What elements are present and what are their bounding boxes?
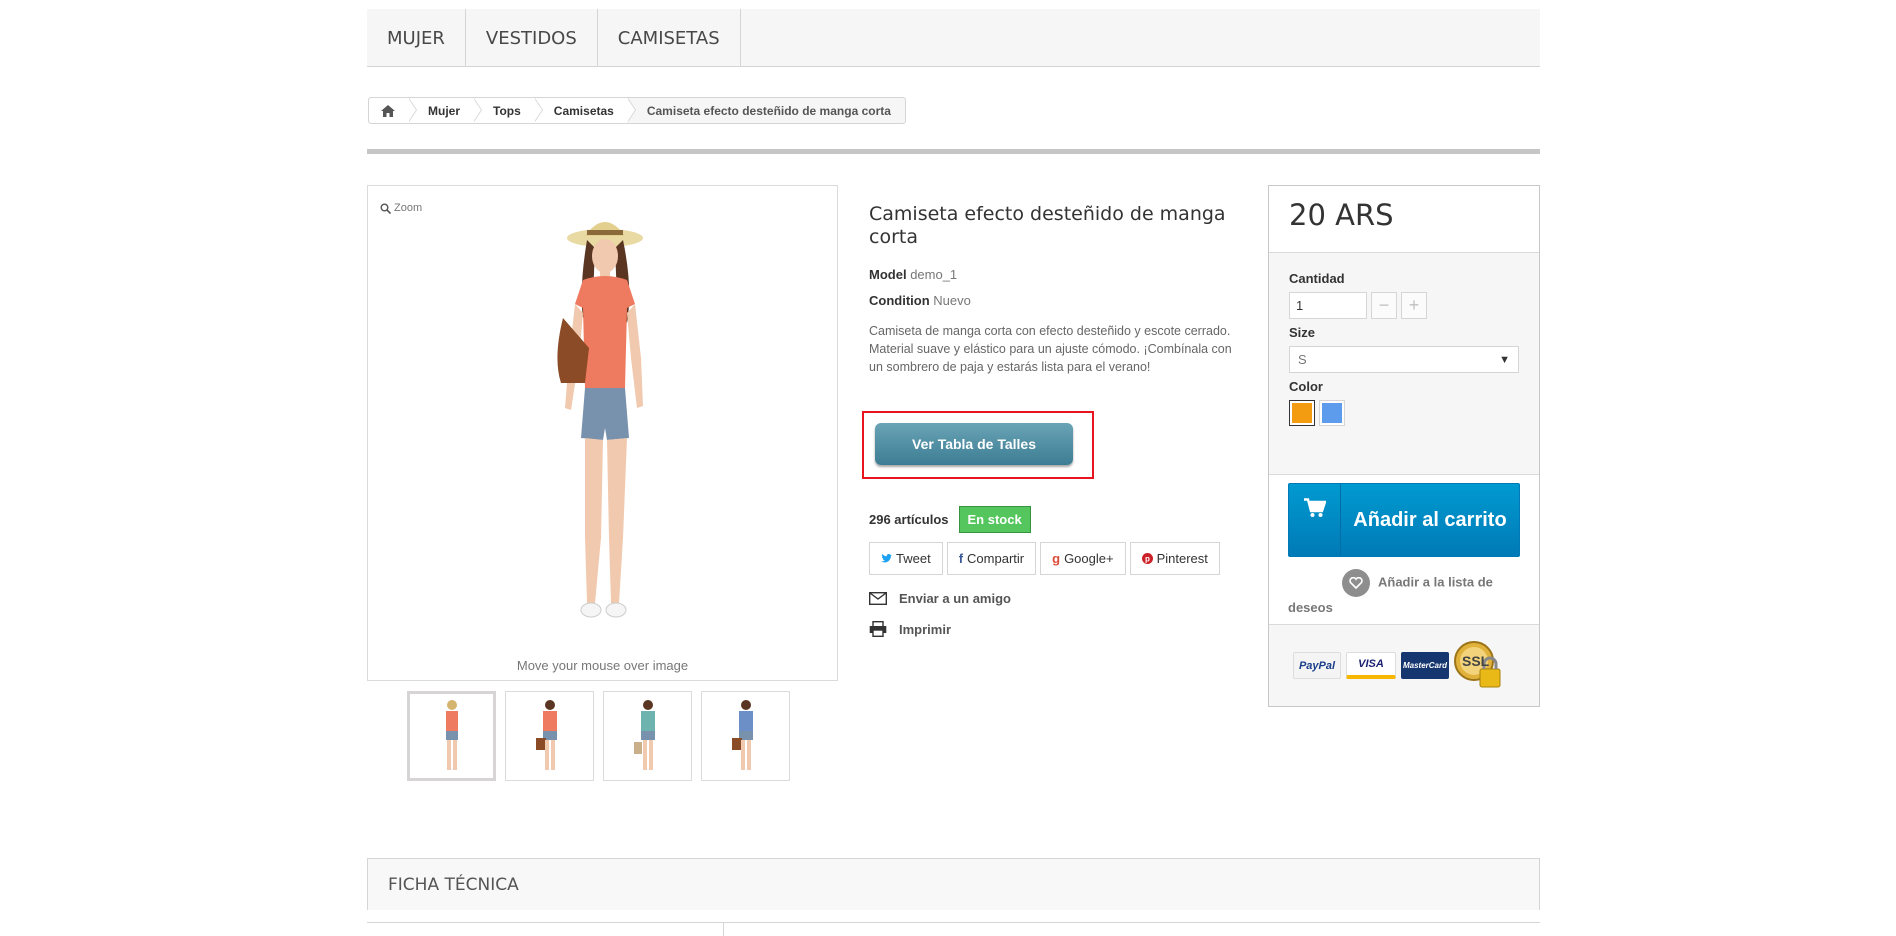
paypal-logo: PayPal (1293, 652, 1341, 679)
add-to-cart-label: Añadir al carrito (1353, 509, 1507, 531)
price-area: 20 ARS (1269, 186, 1539, 253)
breadcrumb-tops[interactable]: Tops (473, 98, 543, 123)
home-icon (381, 104, 395, 117)
thumbnail-4[interactable] (701, 691, 790, 781)
data-sheet-table (367, 922, 1540, 936)
product-description: Camiseta de manga corta con efecto deste… (869, 324, 1232, 374)
pinterest-label: Pinterest (1156, 551, 1208, 566)
breadcrumb-camisetas[interactable]: Camisetas (533, 98, 636, 123)
quantity-decrease-button[interactable]: − (1371, 292, 1397, 319)
cart-icon (1303, 498, 1326, 517)
data-sheet-column (367, 923, 724, 936)
plus-icon: + (1408, 295, 1420, 315)
thumbnail-image (535, 700, 557, 770)
thumbnail-list (407, 691, 790, 781)
thumbnail-image (445, 700, 458, 770)
quantity-label: Cantidad (1289, 271, 1345, 286)
breadcrumb-current: Camiseta efecto desteñido de manga corta (646, 103, 891, 118)
product-options: Cantidad 1 − + Size S ▼ Color (1269, 253, 1539, 426)
thumbnail-2[interactable] (505, 691, 594, 781)
stock-quantity: 296 artículos (869, 512, 949, 527)
breadcrumb-home[interactable] (369, 98, 417, 123)
color-swatch-blue[interactable] (1319, 400, 1345, 426)
mastercard-logo: MasterCard (1401, 652, 1449, 679)
size-select[interactable]: S ▼ (1289, 346, 1519, 373)
image-caption: Move your mouse over image (516, 658, 689, 673)
print-link[interactable]: Imprimir (869, 621, 951, 637)
payment-logos: PayPal VISA MasterCard SSL (1269, 624, 1539, 706)
thumbnail-image (731, 700, 753, 770)
send-to-friend-link[interactable]: Enviar a un amigo (869, 591, 1011, 606)
breadcrumb: Mujer Tops Camisetas Camiseta efecto des… (368, 97, 906, 124)
ssl-lock-icon: SSL (1454, 639, 1502, 693)
zoom-control[interactable]: Zoom (380, 202, 422, 214)
google-plus-icon: g (1052, 551, 1061, 566)
dropdown-arrow-icon: ▼ (1499, 353, 1510, 366)
facebook-icon: f (958, 551, 964, 566)
magnifier-icon (380, 203, 391, 214)
size-selected-value: S (1298, 352, 1307, 367)
printer-icon (869, 621, 887, 637)
model-label: Model (869, 267, 907, 282)
envelope-icon (869, 592, 887, 605)
model-value: demo_1 (910, 267, 958, 282)
quantity-row: 1 − + (1289, 292, 1519, 319)
visa-logo: VISA (1346, 652, 1396, 679)
menu-item-vestidos[interactable]: VESTIDOS (466, 9, 598, 67)
menu-item-mujer[interactable]: MUJER (367, 9, 466, 67)
zoom-label: Zoom (394, 202, 423, 214)
color-label: Color (1289, 379, 1323, 394)
wishlist-label: Añadir a la lista de deseos (1288, 574, 1493, 615)
data-sheet-header: FICHA TÉCNICA (367, 858, 1540, 910)
tweet-label: Tweet (896, 551, 931, 566)
thumbnail-image (633, 700, 655, 770)
wishlist-link[interactable]: Añadir a la lista de deseos (1288, 569, 1520, 619)
pinterest-button[interactable]: p Pinterest (1129, 542, 1220, 575)
product-photo (557, 222, 643, 618)
size-label: Size (1289, 325, 1316, 340)
print-label: Imprimir (899, 621, 952, 637)
thumbnail-3[interactable] (603, 691, 692, 781)
twitter-icon (881, 553, 892, 562)
stock-badge: En stock (958, 506, 1031, 533)
send-to-friend-label: Enviar a un amigo (899, 591, 1011, 606)
add-to-cart-button[interactable]: Añadir al carrito (1288, 483, 1520, 557)
condition-row: Condition Nuevo (869, 293, 1241, 308)
tweet-button[interactable]: Tweet (869, 542, 943, 575)
menu-item-camisetas[interactable]: CAMISETAS (598, 9, 741, 67)
minus-icon: − (1378, 295, 1390, 315)
color-swatch-orange[interactable] (1289, 400, 1315, 426)
pinterest-icon: p (1141, 553, 1153, 564)
quantity-increase-button[interactable]: + (1401, 292, 1427, 319)
social-buttons: Tweet f Compartir g Google+ p Pinterest (869, 542, 1220, 575)
breadcrumb-mujer[interactable]: Mujer (408, 98, 483, 123)
stock-row: 296 artículos En stock (869, 506, 1031, 533)
product-title: Camiseta efecto desteñido de manga corta (869, 203, 1226, 248)
condition-value: Nuevo (933, 293, 971, 308)
product-image-box[interactable]: Zoom Move your mouse over image (367, 185, 838, 681)
size-chart-highlight: Ver Tabla de Talles (862, 411, 1094, 479)
model-row: Model demo_1 (869, 267, 1241, 282)
share-label: Compartir (967, 551, 1025, 566)
buy-box: 20 ARS Cantidad 1 − + Size S ▼ Color Aña… (1268, 185, 1540, 707)
google-plus-button[interactable]: g Google+ (1040, 542, 1126, 575)
quantity-input[interactable]: 1 (1289, 292, 1367, 319)
cart-icon-wrap (1289, 484, 1341, 556)
facebook-share-button[interactable]: f Compartir (946, 542, 1037, 575)
heart-icon (1342, 569, 1370, 597)
condition-label: Condition (869, 293, 930, 308)
google-label: Google+ (1064, 551, 1114, 566)
svg-text:p: p (1145, 555, 1150, 564)
divider (367, 149, 1540, 154)
cart-area: Añadir al carrito Añadir a la lista de d… (1269, 474, 1539, 624)
color-swatches (1289, 400, 1519, 426)
top-menu: MUJER VESTIDOS CAMISETAS (367, 9, 1540, 67)
product-price: 20 ARS (1289, 198, 1394, 232)
product-info: Camiseta efecto desteñido de manga corta… (869, 203, 1241, 376)
thumbnail-1[interactable] (407, 691, 496, 781)
size-chart-button[interactable]: Ver Tabla de Talles (875, 423, 1073, 465)
